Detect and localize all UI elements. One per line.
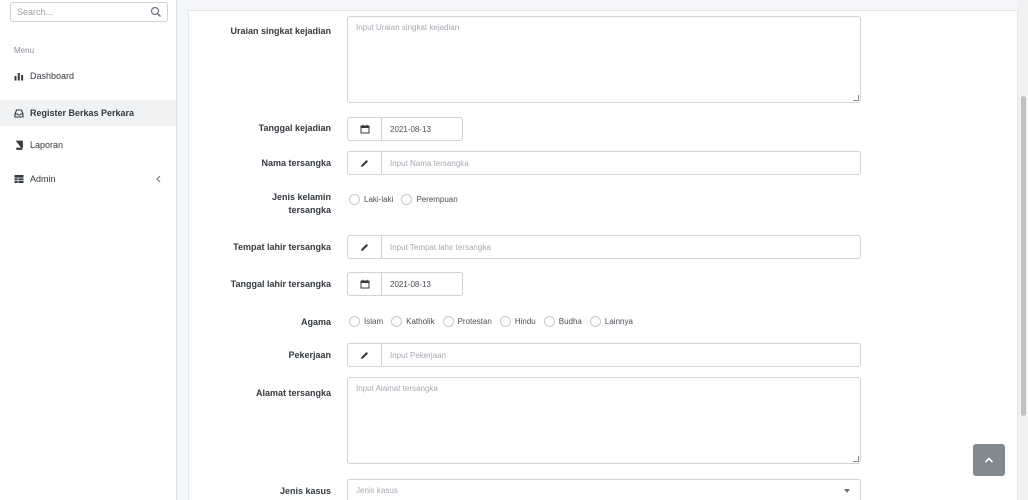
chevron-left-icon: [156, 175, 161, 183]
radio-perempuan[interactable]: Perempuan: [401, 194, 458, 205]
sidebar-item-register-berkas-perkara[interactable]: Register Berkas Perkara: [0, 100, 176, 126]
pencil-icon-addon: [347, 151, 381, 175]
jenis-kasus-select[interactable]: Jenis kasus: [347, 479, 861, 500]
pencil-icon-addon: [347, 343, 381, 367]
resize-grip-icon[interactable]: [853, 95, 859, 101]
agama-label: Agama: [300, 317, 331, 327]
inbox-icon: [14, 109, 24, 118]
sidebar-item-label: Admin: [30, 174, 56, 184]
pekerjaan-group: [347, 343, 861, 367]
radio-label: Protestan: [457, 317, 492, 326]
calendar-icon-addon: [347, 117, 381, 141]
tanggal-kejadian-group: [347, 117, 463, 141]
pekerjaan-input[interactable]: [381, 343, 861, 367]
sidebar: Menu Dashboard Register Berkas Perkara L…: [0, 0, 177, 500]
tanggal-kejadian-input[interactable]: [381, 117, 463, 141]
sidebar-search: [10, 2, 168, 22]
radio-label: Hindu: [514, 317, 536, 326]
sidebar-item-label: Dashboard: [30, 71, 75, 81]
search-icon[interactable]: [150, 6, 162, 18]
tempat-lahir-label: Tempat lahir tersangka: [233, 242, 331, 252]
radio-circle-icon[interactable]: [543, 316, 555, 327]
uraian-label: Uraian singkat kejadian: [230, 26, 331, 36]
jenis-kelamin-label-line1: Jenis kelamin: [271, 192, 331, 202]
jenis-kelamin-label-line2: tersangka: [288, 205, 331, 215]
radio-label: Perempuan: [416, 195, 458, 204]
table-icon: [14, 175, 24, 183]
chevron-up-icon: [984, 457, 994, 463]
radio-laki-laki[interactable]: Laki-laki: [349, 194, 393, 205]
search-input[interactable]: [11, 3, 146, 21]
main-content: Uraian singkat kejadian Tanggal kejadian…: [180, 0, 1028, 500]
back-to-top-button[interactable]: [973, 444, 1005, 476]
menu-header: Menu: [14, 46, 35, 55]
jenis-kelamin-radios: Laki-laki Perempuan: [349, 194, 466, 205]
radio-hindu[interactable]: Hindu: [499, 316, 536, 327]
nama-tersangka-group: [347, 151, 861, 175]
calendar-icon: [360, 279, 369, 289]
tanggal-kejadian-label: Tanggal kejadian: [258, 123, 331, 133]
agama-radios: Islam Katholik Protestan Hindu Budha Lai…: [349, 316, 641, 327]
calendar-icon-addon: [347, 272, 381, 296]
radio-circle-icon[interactable]: [499, 316, 511, 327]
radio-circle-icon[interactable]: [349, 194, 360, 205]
tanggal-lahir-group: [347, 272, 463, 296]
jenis-kasus-label: Jenis kasus: [279, 486, 331, 496]
alamat-textarea[interactable]: [347, 377, 861, 464]
jenis-kelamin-label: Jenis kelamin tersangka: [189, 191, 331, 217]
caret-down-icon: [844, 489, 850, 493]
sidebar-item-label: Laporan: [30, 140, 64, 150]
alamat-label: Alamat tersangka: [255, 388, 331, 398]
chart-icon: [14, 73, 24, 81]
pencil-icon: [361, 159, 368, 167]
calendar-icon: [360, 124, 369, 134]
sidebar-item-dashboard[interactable]: Dashboard: [0, 63, 176, 89]
radio-label: Islam: [364, 317, 384, 326]
pencil-icon: [361, 351, 368, 359]
radio-circle-icon[interactable]: [589, 316, 601, 327]
radio-label: Laki-laki: [364, 195, 394, 204]
book-icon: [16, 140, 23, 150]
radio-circle-icon[interactable]: [442, 316, 454, 327]
radio-katholik[interactable]: Katholik: [391, 316, 435, 327]
sidebar-item-admin[interactable]: Admin: [0, 166, 176, 192]
sidebar-item-laporan[interactable]: Laporan: [0, 132, 176, 158]
tempat-lahir-group: [347, 235, 861, 259]
form-card: Uraian singkat kejadian Tanggal kejadian…: [188, 10, 1018, 500]
jenis-kasus-placeholder: Jenis kasus: [356, 486, 398, 495]
nama-tersangka-input[interactable]: [381, 151, 861, 175]
radio-circle-icon[interactable]: [401, 194, 413, 205]
tanggal-lahir-input[interactable]: [381, 272, 463, 296]
radio-protestan[interactable]: Protestan: [442, 316, 492, 327]
radio-islam[interactable]: Islam: [349, 316, 383, 327]
uraian-wrapper: [347, 16, 861, 103]
radio-label: Katholik: [406, 317, 435, 326]
radio-label: Lainnya: [604, 317, 633, 326]
page-scrollbar-thumb[interactable]: [1021, 96, 1026, 416]
pekerjaan-label: Pekerjaan: [288, 350, 331, 360]
radio-label: Budha: [558, 317, 582, 326]
radio-lainnya[interactable]: Lainnya: [589, 316, 633, 327]
uraian-textarea[interactable]: [347, 16, 861, 103]
sidebar-item-label: Register Berkas Perkara: [30, 108, 135, 118]
tempat-lahir-input[interactable]: [381, 235, 861, 259]
pencil-icon-addon: [347, 235, 381, 259]
resize-grip-icon[interactable]: [853, 456, 859, 462]
radio-circle-icon[interactable]: [349, 316, 360, 327]
radio-budha[interactable]: Budha: [543, 316, 582, 327]
nama-tersangka-label: Nama tersangka: [261, 158, 331, 168]
radio-circle-icon[interactable]: [391, 316, 403, 327]
pencil-icon: [361, 243, 368, 251]
alamat-wrapper: [347, 377, 861, 464]
tanggal-lahir-label: Tanggal lahir tersangka: [230, 279, 331, 289]
